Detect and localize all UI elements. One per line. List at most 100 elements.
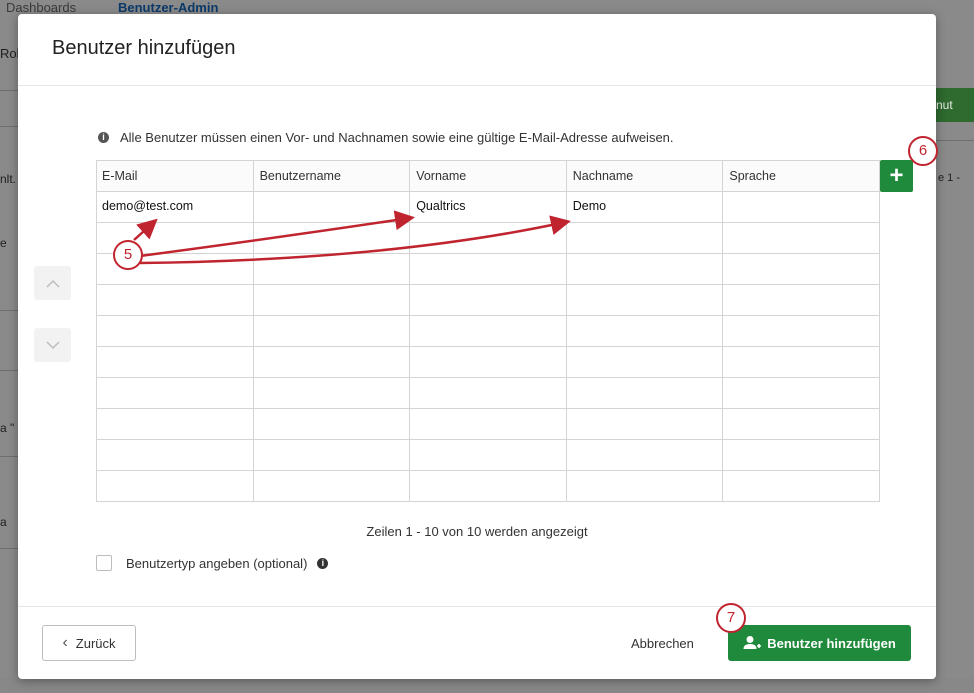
dialog-title: Benutzer hinzufügen (52, 37, 236, 59)
cell-language[interactable] (722, 284, 880, 316)
scroll-up-button[interactable] (34, 266, 71, 300)
annotation-marker-6: 6 (908, 136, 938, 166)
cell-email[interactable] (96, 346, 254, 378)
cell-username[interactable] (252, 222, 411, 254)
cancel-button[interactable]: Abbrechen (631, 636, 694, 651)
scroll-down-button[interactable] (34, 328, 71, 362)
chevron-up-icon (45, 279, 60, 288)
add-user-dialog: Benutzer hinzufügen i Alle Benutzer müss… (18, 14, 936, 679)
add-users-button[interactable]: Benutzer hinzufügen (728, 625, 911, 661)
user-type-label: Benutzertyp angeben (optional) (126, 555, 308, 571)
info-message: i Alle Benutzer müssen einen Vor- und Na… (98, 130, 674, 145)
cell-username[interactable] (252, 377, 411, 409)
add-column-button[interactable]: + (880, 160, 913, 192)
table-row (96, 253, 880, 285)
info-icon: i (98, 132, 109, 143)
cell-username[interactable] (252, 408, 411, 440)
cell-username[interactable] (252, 284, 411, 316)
user-type-checkbox[interactable] (96, 555, 112, 571)
bg-bottom-strip (0, 678, 974, 693)
cell-firstname[interactable] (409, 377, 567, 409)
table-row (96, 315, 880, 347)
cell-firstname[interactable]: Qualtrics (409, 191, 567, 223)
table-row (96, 284, 880, 316)
cell-lastname[interactable] (565, 439, 724, 471)
cell-username[interactable] (252, 253, 411, 285)
cell-lastname[interactable]: Demo (565, 191, 724, 223)
table-row (96, 222, 880, 254)
bg-fragment-rol: Rol (0, 46, 20, 61)
cell-email[interactable] (96, 408, 254, 440)
column-header-lastname: Nachname (565, 160, 724, 192)
cell-lastname[interactable] (565, 470, 724, 502)
dialog-header: Benutzer hinzufügen (18, 14, 936, 86)
cell-firstname[interactable] (409, 222, 567, 254)
cell-email[interactable] (96, 439, 254, 471)
info-icon[interactable]: i (317, 557, 329, 569)
cell-firstname[interactable] (409, 439, 567, 471)
cell-lastname[interactable] (565, 222, 724, 254)
cell-email[interactable] (96, 470, 254, 502)
info-text: Alle Benutzer müssen einen Vor- und Nach… (120, 130, 674, 145)
user-entry-table: E-Mail Benutzername Vorname Nachname Spr… (96, 160, 880, 502)
cell-email[interactable] (96, 315, 254, 347)
cell-lastname[interactable] (565, 284, 724, 316)
bg-divider (0, 370, 18, 371)
bg-divider (0, 548, 18, 549)
add-user-icon (743, 636, 762, 649)
cell-firstname[interactable] (409, 253, 567, 285)
cell-language[interactable] (722, 191, 880, 223)
cell-firstname[interactable] (409, 284, 567, 316)
table-row (96, 408, 880, 440)
cell-email[interactable] (96, 284, 254, 316)
bg-divider (0, 90, 18, 91)
cell-language[interactable] (722, 470, 880, 502)
cell-language[interactable] (722, 377, 880, 409)
cell-lastname[interactable] (565, 315, 724, 347)
bg-fragment-a: a (0, 515, 7, 529)
cell-lastname[interactable] (565, 253, 724, 285)
cell-lastname[interactable] (565, 346, 724, 378)
cell-language[interactable] (722, 408, 880, 440)
table-row (96, 439, 880, 471)
cell-language[interactable] (722, 346, 880, 378)
column-header-firstname: Vorname (409, 160, 567, 192)
cell-language[interactable] (722, 315, 880, 347)
cell-language[interactable] (722, 253, 880, 285)
bg-fragment-nlt: nlt. (0, 172, 17, 186)
cell-username[interactable] (252, 346, 411, 378)
cell-email[interactable] (96, 377, 254, 409)
table-row (96, 470, 880, 502)
cell-firstname[interactable] (409, 470, 567, 502)
annotation-marker-7: 7 (716, 603, 746, 633)
cell-language[interactable] (722, 439, 880, 471)
rows-status-text: Zeilen 1 - 10 von 10 werden angezeigt (366, 524, 588, 539)
column-header-email: E-Mail (96, 160, 254, 192)
add-users-label: Benutzer hinzufügen (767, 635, 896, 651)
cell-language[interactable] (722, 222, 880, 254)
cell-lastname[interactable] (565, 408, 724, 440)
chevron-left-icon: ‹ (62, 634, 68, 651)
cell-username[interactable] (252, 470, 411, 502)
back-button[interactable]: ‹ Zurück (42, 625, 136, 661)
bg-divider (0, 456, 18, 457)
cell-firstname[interactable] (409, 315, 567, 347)
table-row: demo@test.com Qualtrics Demo (96, 191, 880, 223)
column-header-language: Sprache (722, 160, 880, 192)
bg-divider (0, 126, 18, 127)
cell-firstname[interactable] (409, 408, 567, 440)
table-row (96, 346, 880, 378)
table-row (96, 377, 880, 409)
cell-email[interactable]: demo@test.com (96, 191, 254, 223)
cell-lastname[interactable] (565, 377, 724, 409)
cell-username[interactable] (252, 315, 411, 347)
bg-divider (934, 140, 974, 141)
column-header-username: Benutzername (252, 160, 411, 192)
back-label: Zurück (75, 635, 116, 651)
cell-firstname[interactable] (409, 346, 567, 378)
table-header-row: E-Mail Benutzername Vorname Nachname Spr… (96, 160, 880, 192)
cell-username[interactable] (252, 191, 411, 223)
cell-username[interactable] (252, 439, 411, 471)
annotation-marker-5: 5 (113, 240, 143, 270)
user-type-option: Benutzertyp angeben (optional) i (96, 555, 329, 571)
